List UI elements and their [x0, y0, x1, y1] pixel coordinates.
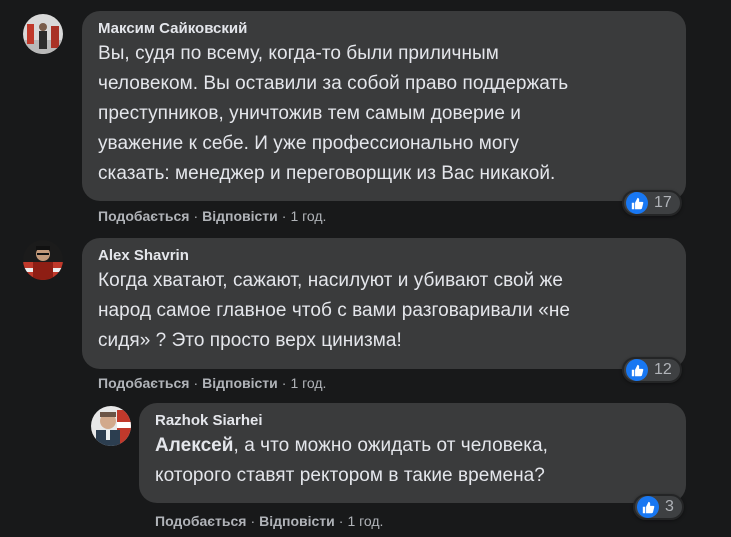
comment-timestamp[interactable]: 1 год. [290, 375, 326, 391]
comment-bubble: Alex Shavrin Когда хватают, сажают, наси… [82, 238, 686, 369]
separator: · [281, 208, 287, 224]
like-button[interactable]: Подобається [98, 208, 189, 224]
separator: · [250, 513, 256, 529]
avatar[interactable] [23, 240, 63, 280]
like-reaction-icon [637, 496, 659, 518]
reaction-count-pill[interactable]: 3 [633, 494, 684, 520]
comment-author[interactable]: Максим Сайковский [98, 19, 670, 39]
reaction-count: 3 [665, 498, 674, 515]
reply-button[interactable]: Відповісти [259, 513, 335, 529]
comment-actions: Подобається · Відповісти · 1 год. [155, 512, 383, 530]
reaction-count-pill[interactable]: 17 [622, 190, 682, 216]
comment-timestamp[interactable]: 1 год. [347, 513, 383, 529]
comment-text-line: сидя» ? Это просто верх цинизма! [98, 330, 402, 351]
comment-text-line: Алексей, а что можно ожидать от человека… [155, 431, 670, 461]
separator: · [193, 375, 199, 391]
mention-link[interactable]: Алексей [155, 435, 234, 456]
like-button[interactable]: Подобається [155, 513, 246, 529]
separator: · [338, 513, 344, 529]
like-reaction-icon [626, 192, 648, 214]
separator: · [193, 208, 199, 224]
comment-text-line: народ самое главное чтоб с вами разговар… [98, 300, 570, 321]
comment-text-fragment: , а что можно ожидать от человека, [233, 435, 548, 456]
comment-bubble: Максим Сайковский Вы, судя по всему, ког… [82, 11, 686, 201]
comment-timestamp[interactable]: 1 год. [290, 208, 326, 224]
comment-text-line: уважение к себе. И уже профессионально м… [98, 133, 520, 154]
comment-actions: Подобається · Відповісти · 1 год. [98, 207, 326, 225]
reaction-count: 12 [654, 361, 672, 378]
reaction-count: 17 [654, 194, 672, 211]
reaction-count-pill[interactable]: 12 [622, 357, 682, 383]
avatar[interactable] [23, 14, 63, 54]
reply-button[interactable]: Відповісти [202, 208, 278, 224]
reply-button[interactable]: Відповісти [202, 375, 278, 391]
comment-text-line: которого ставят ректором в такие времена… [155, 465, 545, 486]
separator: · [281, 375, 287, 391]
like-reaction-icon [626, 359, 648, 381]
avatar[interactable] [91, 406, 131, 446]
comment-text-line: Вы, судя по всему, когда-то были приличн… [98, 43, 499, 64]
comment-author[interactable]: Alex Shavrin [98, 246, 670, 266]
comment-author[interactable]: Razhok Siarhei [155, 411, 670, 431]
comment-text-line: человеком. Вы оставили за собой право по… [98, 73, 569, 94]
comment-actions: Подобається · Відповісти · 1 год. [98, 374, 326, 392]
like-button[interactable]: Подобається [98, 375, 189, 391]
comment-text-line: Когда хватают, сажают, насилуют и убиваю… [98, 270, 564, 291]
comment-text-line: преступников, уничтожив тем самым довери… [98, 103, 521, 124]
comment-text-line: сказать: менеджер и переговорщик из Вас … [98, 163, 556, 184]
comment-bubble: Razhok Siarhei Алексей, а что можно ожид… [139, 403, 686, 503]
